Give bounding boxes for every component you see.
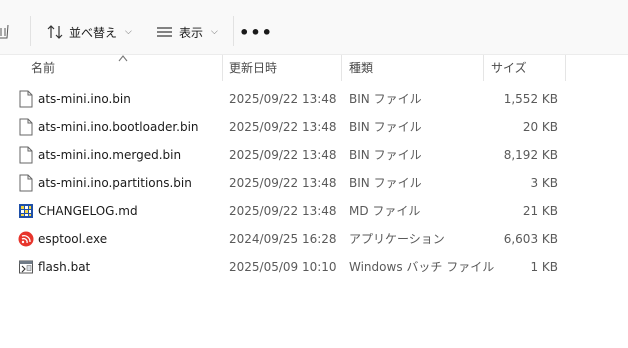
file-name: esptool.exe: [38, 232, 108, 246]
file-name: flash.bat: [38, 260, 91, 274]
file-icon: [19, 146, 33, 164]
esptool-app-icon: [18, 231, 34, 247]
file-date: 2025/05/09 10:10: [229, 260, 337, 274]
column-header-name[interactable]: 名前: [24, 55, 223, 81]
file-icon: [19, 174, 33, 192]
file-date: 2025/09/22 13:48: [229, 148, 337, 162]
file-type: BIN ファイル: [349, 120, 422, 134]
file-date: 2025/09/22 13:48: [229, 92, 337, 106]
more-options-button[interactable]: •••: [239, 22, 272, 42]
file-size: 1,552 KB: [503, 92, 558, 106]
column-header-date[interactable]: 更新日時: [222, 55, 342, 81]
view-list-icon: [157, 27, 172, 37]
sort-button[interactable]: 並べ替え ⌵: [47, 19, 132, 45]
file-size: 3 KB: [530, 176, 558, 190]
file-type: BIN ファイル: [349, 92, 422, 106]
column-header-size[interactable]: サイズ: [484, 55, 566, 81]
file-type: MD ファイル: [349, 204, 421, 218]
file-date: 2025/09/22 13:48: [229, 176, 337, 190]
file-name: ats-mini.ino.merged.bin: [38, 148, 182, 162]
file-size: 8,192 KB: [503, 148, 558, 162]
file-row[interactable]: ats-mini.ino.merged.bin 2025/09/22 13:48…: [0, 141, 628, 169]
file-size: 6,603 KB: [503, 232, 558, 246]
file-size: 1 KB: [530, 260, 558, 274]
file-size: 20 KB: [522, 120, 558, 134]
chevron-down-icon: ⌵: [211, 27, 218, 37]
batch-file-icon: [19, 260, 33, 274]
sort-label: 並べ替え: [69, 25, 118, 40]
file-name: ats-mini.ino.bin: [38, 92, 131, 106]
sort-icon: [47, 25, 63, 39]
view-label: 表示: [179, 25, 204, 40]
file-row[interactable]: flash.bat 2025/05/09 10:10 Windows バッチ フ…: [0, 253, 628, 281]
file-row[interactable]: ats-mini.ino.bin 2025/09/22 13:48 BIN ファ…: [0, 85, 628, 113]
file-name: ats-mini.ino.bootloader.bin: [38, 120, 199, 134]
file-type: BIN ファイル: [349, 176, 422, 190]
delete-icon[interactable]: [0, 21, 10, 39]
column-header-type[interactable]: 種類: [342, 55, 484, 81]
file-icon: [19, 118, 33, 136]
file-date: 2024/09/25 16:28: [229, 232, 337, 246]
command-bar: 並べ替え ⌵ 表示 ⌵ •••: [0, 0, 628, 55]
file-type: BIN ファイル: [349, 148, 422, 162]
file-name: ats-mini.ino.partitions.bin: [38, 176, 192, 190]
file-icon: [19, 90, 33, 108]
file-name: CHANGELOG.md: [38, 204, 138, 218]
markdown-file-icon: [19, 204, 33, 218]
file-row[interactable]: CHANGELOG.md 2025/09/22 13:48 MD ファイル 21…: [0, 197, 628, 225]
view-button[interactable]: 表示 ⌵: [156, 19, 218, 45]
file-type: アプリケーション: [349, 232, 445, 246]
file-type: Windows バッチ ファイル: [349, 260, 495, 274]
file-date: 2025/09/22 13:48: [229, 204, 337, 218]
file-row[interactable]: esptool.exe 2024/09/25 16:28 アプリケーション 6,…: [0, 225, 628, 253]
toolbar-separator: [233, 16, 234, 46]
file-row[interactable]: ats-mini.ino.partitions.bin 2025/09/22 1…: [0, 169, 628, 197]
chevron-down-icon: ⌵: [125, 27, 132, 37]
file-size: 21 KB: [522, 204, 558, 218]
toolbar-separator: [30, 16, 31, 46]
file-row[interactable]: ats-mini.ino.bootloader.bin 2025/09/22 1…: [0, 113, 628, 141]
file-date: 2025/09/22 13:48: [229, 120, 337, 134]
column-header-row: 名前 更新日時 種類 サイズ: [0, 55, 628, 81]
